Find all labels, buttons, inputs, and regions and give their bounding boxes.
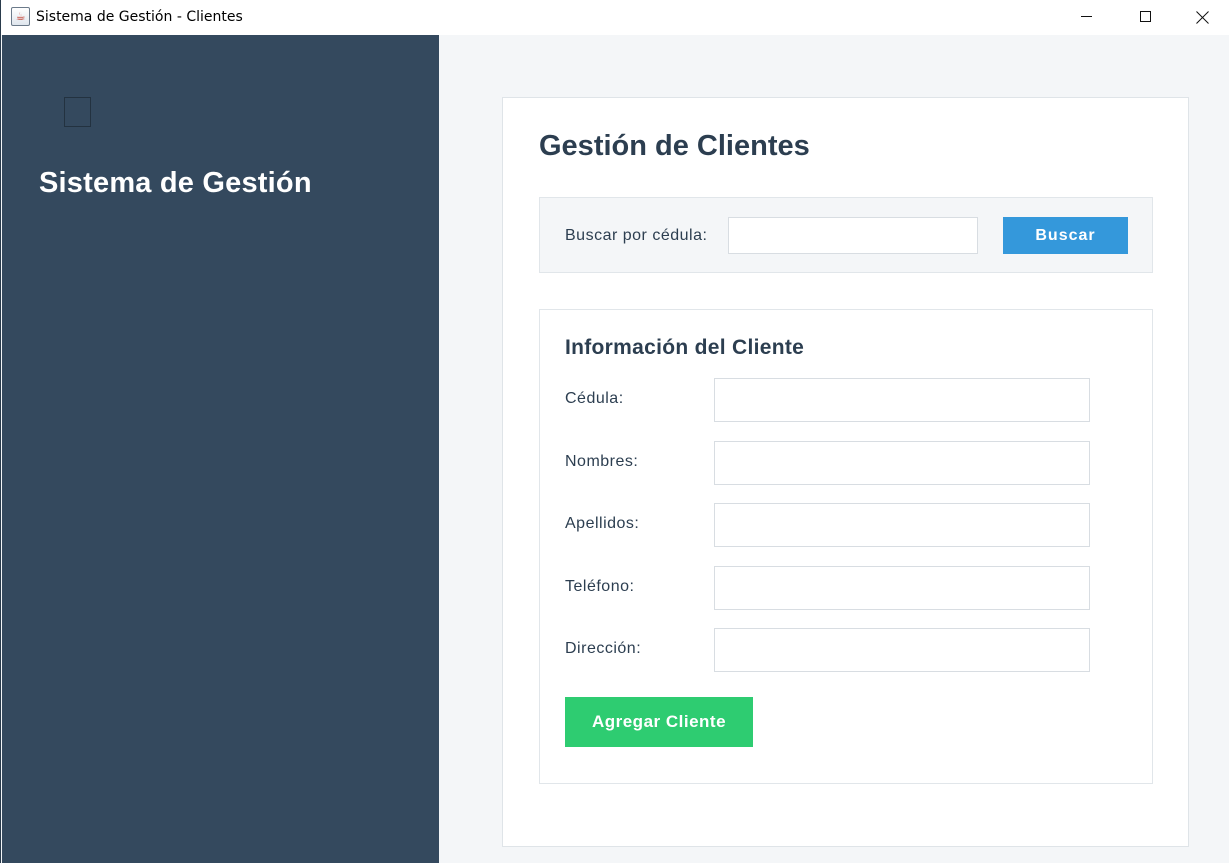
sidebar-title: Sistema de Gestión: [39, 167, 312, 199]
cedula-field[interactable]: [714, 378, 1090, 422]
page-title: Gestión de Clientes: [539, 130, 810, 162]
minimize-button[interactable]: [1057, 0, 1115, 33]
form-row-nombres: Nombres:: [565, 441, 1090, 485]
main-content: Gestión de Clientes Buscar por cédula: B…: [439, 35, 1229, 863]
title-bar: ☕ Sistema de Gestión - Clientes: [1, 0, 1229, 35]
minimize-icon: [1080, 16, 1092, 17]
sidebar: Sistema de Gestión: [2, 35, 439, 863]
telefono-label: Teléfono:: [565, 578, 635, 595]
search-cedula-input[interactable]: [728, 217, 978, 254]
close-icon: [1196, 10, 1210, 24]
logo-placeholder: [64, 97, 91, 127]
maximize-button[interactable]: [1116, 0, 1174, 33]
window-title: Sistema de Gestión - Clientes: [36, 9, 243, 25]
telefono-field[interactable]: [714, 566, 1090, 610]
direccion-label: Dirección:: [565, 640, 642, 657]
apellidos-field[interactable]: [714, 503, 1090, 547]
add-client-button[interactable]: Agregar Cliente: [565, 697, 753, 747]
close-button[interactable]: [1174, 0, 1229, 33]
clients-card: Gestión de Clientes Buscar por cédula: B…: [502, 97, 1189, 847]
form-row-cedula: Cédula:: [565, 378, 1090, 422]
direccion-field[interactable]: [714, 628, 1090, 672]
form-row-telefono: Teléfono:: [565, 566, 1090, 610]
java-cup-icon: ☕: [11, 7, 30, 26]
apellidos-label: Apellidos:: [565, 515, 640, 532]
search-panel: Buscar por cédula: Buscar: [539, 197, 1153, 273]
form-row-direccion: Dirección:: [565, 628, 1090, 672]
client-info-title: Información del Cliente: [565, 336, 805, 359]
search-label: Buscar por cédula:: [565, 227, 708, 244]
search-button[interactable]: Buscar: [1003, 217, 1128, 254]
cedula-label: Cédula:: [565, 390, 624, 407]
maximize-icon: [1139, 11, 1151, 22]
nombres-label: Nombres:: [565, 453, 639, 470]
nombres-field[interactable]: [714, 441, 1090, 485]
client-info-panel: Información del Cliente Cédula: Nombres:…: [539, 309, 1153, 784]
application-window: ☕ Sistema de Gestión - Clientes Sistema …: [0, 0, 1229, 863]
form-row-apellidos: Apellidos:: [565, 503, 1090, 547]
